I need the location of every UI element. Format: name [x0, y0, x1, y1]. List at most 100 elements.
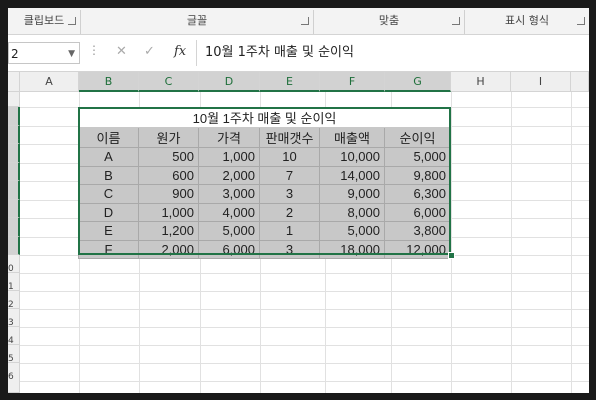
table-row: D 1,000 4,000 2 8,000 6,000 [78, 202, 451, 222]
cell-net-profit[interactable]: 6,000 [384, 202, 451, 222]
more-options-icon[interactable]: ⋮ [88, 43, 100, 57]
cell-price[interactable]: 2,000 [198, 165, 260, 185]
grid-column-line [451, 92, 452, 393]
cell-name[interactable]: C [78, 184, 139, 204]
header-revenue[interactable]: 매출액 [319, 127, 385, 148]
select-all-corner[interactable] [8, 72, 20, 92]
cell-price[interactable]: 4,000 [198, 202, 260, 222]
row-header[interactable]: 0 [8, 255, 20, 273]
column-header-g[interactable]: G [385, 72, 451, 92]
table-header-row: 이름 원가 가격 판매갯수 매출액 순이익 [78, 127, 451, 148]
name-box[interactable]: 2 ▼ [8, 42, 80, 64]
row-header[interactable]: 2 [8, 291, 20, 309]
font-dialog-launcher-icon[interactable]: . [301, 17, 309, 25]
cell-name[interactable]: A [78, 147, 139, 167]
row-header[interactable] [8, 144, 20, 163]
cell-units-sold[interactable]: 2 [259, 202, 320, 222]
cell-cost[interactable]: 2,000 [138, 239, 199, 259]
table-row: E 1,200 5,000 1 5,000 3,800 [78, 221, 451, 241]
row-header[interactable] [8, 199, 20, 218]
column-header-d[interactable]: D [199, 72, 260, 92]
grid-column-line [511, 92, 512, 393]
cell-net-profit[interactable]: 5,000 [384, 147, 451, 167]
cell-cost[interactable]: 500 [138, 147, 199, 167]
table-title[interactable]: 10월 1주차 매출 및 순이익 [78, 107, 451, 128]
cancel-icon[interactable]: ✕ [116, 44, 127, 59]
cell-units-sold[interactable]: 3 [259, 184, 320, 204]
cell-units-sold[interactable]: 3 [259, 239, 320, 259]
cell-revenue[interactable]: 14,000 [319, 165, 385, 185]
enter-icon[interactable]: ✓ [144, 44, 155, 59]
row-header[interactable] [8, 162, 20, 181]
table-row: A 500 1,000 10 10,000 5,000 [78, 147, 451, 167]
ribbon-group-number: 표시 형식 . [465, 8, 589, 34]
cell-revenue[interactable]: 8,000 [319, 202, 385, 222]
row-header[interactable]: 6 [8, 363, 20, 393]
alignment-dialog-launcher-icon[interactable]: . [452, 17, 460, 25]
cell-revenue[interactable]: 9,000 [319, 184, 385, 204]
cell-cost[interactable]: 1,200 [138, 221, 199, 241]
column-header-c[interactable]: C [139, 72, 199, 92]
cell-revenue[interactable]: 18,000 [319, 239, 385, 259]
table-row: F 2,000 6,000 3 18,000 12,000 [78, 239, 451, 259]
cell-name[interactable]: E [78, 221, 139, 241]
grid-row-line [20, 345, 589, 346]
cell-price[interactable]: 6,000 [198, 239, 260, 259]
ribbon-group-font: 글꼴 . [81, 8, 313, 34]
column-header-a[interactable]: A [20, 72, 79, 92]
row-header[interactable]: 1 [8, 273, 20, 291]
header-price[interactable]: 가격 [198, 127, 260, 148]
ribbon-group-clipboard: 클립보드 . [8, 8, 80, 34]
column-header-h[interactable]: H [451, 72, 511, 92]
cell-units-sold[interactable]: 7 [259, 165, 320, 185]
cell-cost[interactable]: 900 [138, 184, 199, 204]
grid-column-line [571, 92, 572, 393]
cell-units-sold[interactable]: 1 [259, 221, 320, 241]
cell-revenue[interactable]: 10,000 [319, 147, 385, 167]
number-dialog-launcher-icon[interactable]: . [577, 17, 585, 25]
header-units-sold[interactable]: 판매갯수 [259, 127, 320, 148]
row-header[interactable] [8, 125, 20, 144]
cell-revenue[interactable]: 5,000 [319, 221, 385, 241]
header-cost[interactable]: 원가 [138, 127, 199, 148]
ribbon-group-clipboard-label: 클립보드 [23, 14, 65, 27]
cell-price[interactable]: 1,000 [198, 147, 260, 167]
grid-row-line [20, 327, 589, 328]
header-net-profit[interactable]: 순이익 [384, 127, 451, 148]
row-header[interactable]: 4 [8, 327, 20, 345]
row-header[interactable]: 3 [8, 309, 20, 327]
ribbon-group-alignment-label: 맞춤 [378, 14, 400, 27]
row-header[interactable]: 5 [8, 345, 20, 363]
row-header[interactable] [8, 181, 20, 200]
row-header[interactable] [8, 92, 20, 107]
column-header-j[interactable] [571, 72, 589, 92]
cell-price[interactable]: 3,000 [198, 184, 260, 204]
cell-net-profit[interactable]: 3,800 [384, 221, 451, 241]
header-name[interactable]: 이름 [78, 127, 139, 148]
cell-net-profit[interactable]: 9,800 [384, 165, 451, 185]
chevron-down-icon[interactable]: ▼ [68, 43, 75, 65]
row-header[interactable] [8, 218, 20, 237]
insert-function-icon[interactable]: fx [174, 44, 186, 59]
row-header[interactable] [8, 107, 20, 126]
column-header-e[interactable]: E [260, 72, 320, 92]
column-header-f[interactable]: F [320, 72, 385, 92]
formula-input[interactable]: 10월 1주차 매출 및 순이익 [196, 40, 589, 66]
row-header[interactable] [8, 236, 20, 255]
cell-cost[interactable]: 600 [138, 165, 199, 185]
sales-table: 10월 1주차 매출 및 순이익 이름 원가 가격 판매갯수 매출액 순이익 A… [78, 107, 451, 259]
cell-price[interactable]: 5,000 [198, 221, 260, 241]
clipboard-dialog-launcher-icon[interactable]: . [68, 17, 76, 25]
cell-name[interactable]: D [78, 202, 139, 222]
cell-cost[interactable]: 1,000 [138, 202, 199, 222]
fill-handle[interactable] [448, 252, 455, 259]
cell-name[interactable]: B [78, 165, 139, 185]
cell-units-sold[interactable]: 10 [259, 147, 320, 167]
ribbon-group-alignment: 맞춤 . [314, 8, 464, 34]
cell-net-profit[interactable]: 6,300 [384, 184, 451, 204]
cell-net-profit[interactable]: 12,000 [384, 239, 451, 259]
column-header-i[interactable]: I [511, 72, 571, 92]
column-header-b[interactable]: B [79, 72, 139, 92]
cell-name[interactable]: F [78, 239, 139, 259]
name-box-value: 2 [11, 47, 19, 61]
